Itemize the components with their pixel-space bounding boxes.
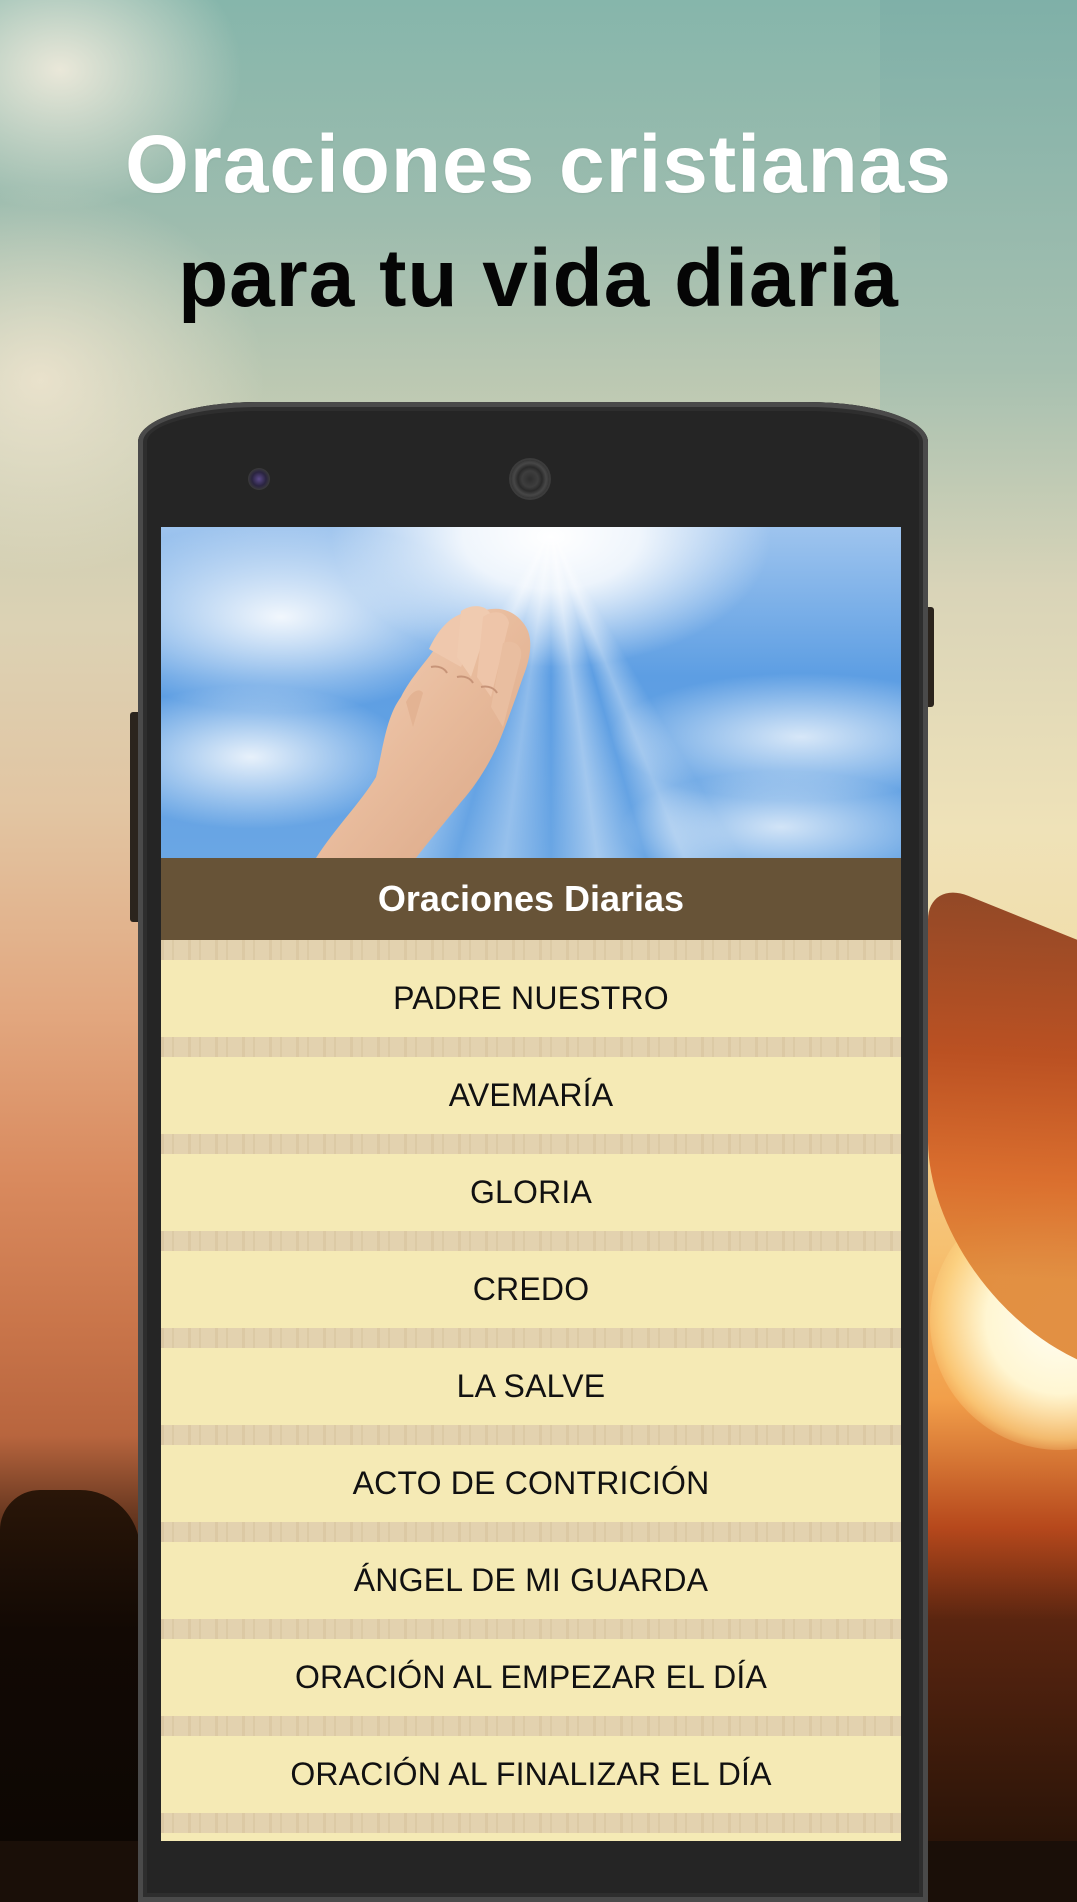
list-separator [161, 1134, 901, 1154]
ground-silhouette [0, 1490, 140, 1841]
app-title-bar: Oraciones Diarias [161, 858, 901, 940]
prayer-item-label: ORACIÓN AL EMPEZAR EL DÍA [161, 1639, 901, 1716]
list-separator [161, 940, 901, 960]
list-separator [161, 1425, 901, 1445]
prayer-item-acto-de-contricion[interactable]: ACTO DE CONTRICIÓN [161, 1425, 901, 1522]
prayer-item-angel-de-mi-guarda[interactable]: ÁNGEL DE MI GUARDA [161, 1522, 901, 1619]
list-separator [161, 1328, 901, 1348]
power-button [928, 607, 934, 707]
praying-hands-icon [316, 606, 531, 858]
prayer-item-label: CREDO [161, 1251, 901, 1328]
volume-button [130, 712, 138, 922]
hero-image-praying-hands [161, 527, 901, 858]
prayer-item-label: AVEMARÍA [161, 1057, 901, 1134]
prayer-item-la-salve[interactable]: LA SALVE [161, 1328, 901, 1425]
prayer-item-avemaria[interactable]: AVEMARÍA [161, 1037, 901, 1134]
prayer-item-gloria[interactable]: GLORIA [161, 1134, 901, 1231]
earpiece-speaker-icon [511, 460, 549, 498]
list-separator [161, 1716, 901, 1736]
prayer-item-label: PADRE NUESTRO [161, 960, 901, 1037]
front-camera-icon [248, 468, 270, 490]
list-separator [161, 1619, 901, 1639]
list-separator [161, 1522, 901, 1542]
prayer-item-partial[interactable] [161, 1813, 901, 1841]
prayer-item-label: GLORIA [161, 1154, 901, 1231]
prayer-item-label: LA SALVE [161, 1348, 901, 1425]
prayer-item-credo[interactable]: CREDO [161, 1231, 901, 1328]
prayer-item-oracion-empezar-dia[interactable]: ORACIÓN AL EMPEZAR EL DÍA [161, 1619, 901, 1716]
app-screen: Oraciones Diarias PADRE NUESTRO AVEMARÍA… [161, 527, 901, 1841]
prayer-item-label: ACTO DE CONTRICIÓN [161, 1445, 901, 1522]
promo-headline-line2: para tu vida diaria [178, 233, 899, 324]
prayer-item-padre-nuestro[interactable]: PADRE NUESTRO [161, 940, 901, 1037]
promo-headline-line1: Oraciones cristianas [125, 119, 952, 210]
prayer-list: PADRE NUESTRO AVEMARÍA GLORIA CREDO LA S… [161, 940, 901, 1841]
list-separator [161, 1037, 901, 1057]
app-title: Oraciones Diarias [377, 878, 685, 919]
prayer-item-label: ÁNGEL DE MI GUARDA [161, 1542, 901, 1619]
prayer-item-oracion-finalizar-dia[interactable]: ORACIÓN AL FINALIZAR EL DÍA [161, 1716, 901, 1813]
prayer-item-label: ORACIÓN AL FINALIZAR EL DÍA [161, 1736, 901, 1813]
list-separator [161, 1813, 901, 1833]
prayer-item-label [161, 1833, 901, 1841]
list-separator [161, 1231, 901, 1251]
